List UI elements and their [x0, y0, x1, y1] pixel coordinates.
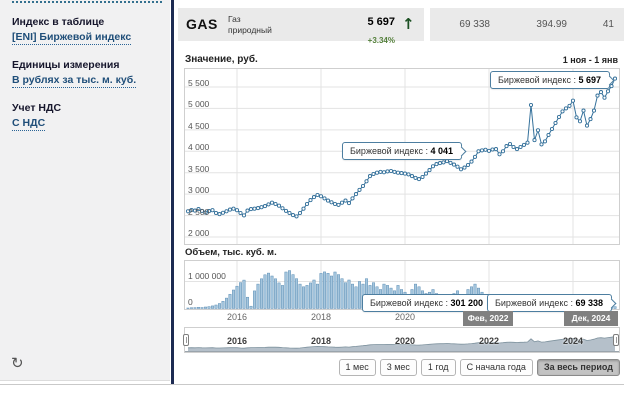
range-button-1m[interactable]: 1 мес — [339, 359, 376, 376]
range-button-row: 1 мес 3 мес 1 год С начала года За весь … — [376, 359, 620, 376]
sidebar-link-index-selector[interactable]: [ENI] Биржевой индекс — [12, 31, 131, 45]
tooltip-label: Биржевой индекс : — [495, 298, 575, 308]
tooltip-volume-mid: Биржевой индекс : 301 200 — [362, 294, 492, 312]
crosshair-date-mid: Фев, 2022 — [463, 311, 513, 326]
stat-price-per-unit: 394.99 — [497, 19, 567, 30]
exchange-index-page: Индекс в таблице [ENI] Биржевой индекс Е… — [0, 0, 624, 402]
tooltip-price-mid: Биржевой индекс : 4 041 — [342, 142, 462, 160]
vertical-divider — [171, 0, 174, 384]
range-button-3m[interactable]: 3 мес — [380, 359, 417, 376]
tooltip-value: 301 200 — [450, 298, 483, 308]
navigator-area-svg[interactable] — [185, 328, 619, 352]
tooltip-value: 69 338 — [575, 298, 603, 308]
range-navigator[interactable]: 20162018202020222024 — [184, 327, 620, 353]
last-price: 5 697 — [367, 16, 395, 28]
sidebar-group-title-units: Единицы измерения — [12, 59, 119, 71]
refresh-icon[interactable]: ↻ — [11, 354, 24, 372]
x-axis-year-label: 2018 — [301, 312, 341, 322]
page-bottom-border — [0, 384, 624, 385]
volume-chart-x-axis: 2016 2018 2020 — [184, 312, 620, 324]
tooltip-price-end: Биржевой индекс : 5 697 — [490, 71, 610, 89]
price-cell: 5 697 +3.34% — [318, 12, 395, 48]
tooltip-label: Биржевой индекс : — [350, 146, 430, 156]
quote-row-stats[interactable]: 69 338 394.99 41 — [430, 8, 624, 41]
instrument-name: Газ природный — [228, 14, 272, 35]
sidebar-group-title-index: Индекс в таблице — [12, 16, 104, 28]
value-chart-title: Значение, руб. — [185, 54, 258, 65]
navigator-right-handle[interactable] — [613, 334, 619, 346]
sidebar-link-vat-selector[interactable]: С НДС — [12, 117, 45, 131]
instrument-name-line2: природный — [228, 25, 272, 35]
x-axis-year-label: 2020 — [385, 312, 425, 322]
quote-row-main[interactable]: GAS Газ природный 5 697 +3.34% ↑ — [178, 8, 424, 41]
tooltip-value: 4 041 — [430, 146, 453, 156]
visible-range-label: 1 ноя - 1 янв — [500, 55, 618, 65]
instrument-name-line1: Газ — [228, 14, 241, 24]
x-axis-year-label: 2016 — [217, 312, 257, 322]
tooltip-label: Биржевой индекс : — [498, 75, 578, 85]
range-button-ytd[interactable]: С начала года — [460, 359, 533, 376]
crosshair-date-end: Дек, 2024 — [564, 311, 618, 326]
sidebar-link-units-selector[interactable]: В рублях за тыс. м. куб. — [12, 74, 136, 88]
stat-volume: 69 338 — [430, 19, 490, 30]
tooltip-label: Биржевой индекс : — [370, 298, 450, 308]
price-up-arrow-icon: ↑ — [402, 15, 415, 33]
sidebar: Индекс в таблице [ENI] Биржевой индекс Е… — [0, 0, 170, 381]
navigator-left-handle[interactable] — [183, 334, 189, 346]
range-button-all[interactable]: За весь период — [537, 359, 620, 376]
price-change-percent: +3.34% — [368, 36, 395, 45]
sidebar-group-title-vat: Учет НДС — [12, 102, 61, 114]
ticker-symbol: GAS — [186, 16, 218, 32]
truncated-link-underline — [12, 1, 162, 3]
stat-trades-count: 41 — [569, 19, 614, 30]
volume-chart-title: Объем, тыс. куб. м. — [185, 247, 277, 258]
tooltip-volume-end: Биржевой индекс : 69 338 — [487, 294, 612, 312]
tooltip-value: 5 697 — [578, 75, 601, 85]
range-button-1y[interactable]: 1 год — [421, 359, 456, 376]
